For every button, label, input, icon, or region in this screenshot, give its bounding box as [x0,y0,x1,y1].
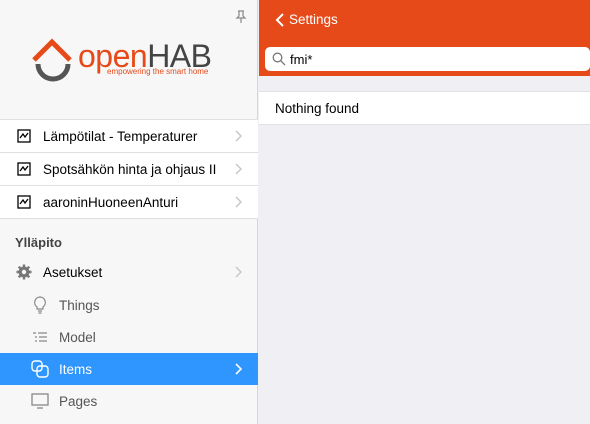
search-result-empty: Nothing found [259,91,590,125]
sidebar-item-items[interactable]: Items [0,353,258,385]
search-input[interactable]: fmi* [265,47,590,71]
lightbulb-icon [31,296,49,314]
sidebar-item-label: Asetukset [43,264,103,280]
chevron-right-icon [235,196,242,208]
chevron-right-icon [235,363,242,375]
chart-icon [17,129,31,143]
search-icon [272,52,286,66]
logo-house-icon [32,38,72,82]
chart-icon [17,195,31,209]
sidebar-widget-spot-price[interactable]: Spotsähkön hinta ja ohjaus II [0,153,258,186]
section-title-admin: Ylläpito [15,235,62,250]
top-navbar: Settings fmi* [259,0,590,76]
chevron-right-icon [235,163,242,175]
sidebar-item-model[interactable]: Model [0,321,258,353]
back-button[interactable]: Settings [275,12,338,27]
search-input-value[interactable]: fmi* [290,52,312,67]
empty-result-message: Nothing found [275,100,360,116]
back-button-label: Settings [289,12,338,27]
items-icon [31,360,49,378]
sidebar-item-things[interactable]: Things [0,289,258,321]
sidebar-widget-temperatures[interactable]: Lämpötilat - Temperaturer [0,119,258,153]
chart-icon [17,162,31,176]
sidebar-item-settings[interactable]: Asetukset [0,256,258,288]
sidebar-item-label: Model [59,329,96,345]
widget-label: Lämpötilat - Temperaturer [43,128,198,144]
chevron-left-icon [275,12,284,27]
pin-icon[interactable] [234,10,248,24]
sidebar-item-pages[interactable]: Pages [0,385,258,417]
openhab-logo: openHAB empowering the smart home [30,36,230,82]
logo-tagline: empowering the smart home [107,67,209,76]
sidebar-item-label: Items [59,361,93,377]
widget-label: Spotsähkön hinta ja ohjaus II [43,161,217,177]
list-tree-icon [31,328,49,346]
monitor-icon [31,392,49,410]
sidebar-item-label: Things [59,297,100,313]
sidebar-widget-list: Lämpötilat - Temperaturer Spotsähkön hin… [0,119,258,219]
gear-icon [15,263,33,281]
chevron-right-icon [235,130,242,142]
sidebar-item-label: Pages [59,393,98,409]
chevron-right-icon [235,266,242,278]
widget-label: aaroninHuoneenAnturi [43,194,179,210]
sidebar: openHAB empowering the smart home Lämpöt… [0,0,258,424]
sidebar-widget-room-sensor[interactable]: aaroninHuoneenAnturi [0,186,258,219]
